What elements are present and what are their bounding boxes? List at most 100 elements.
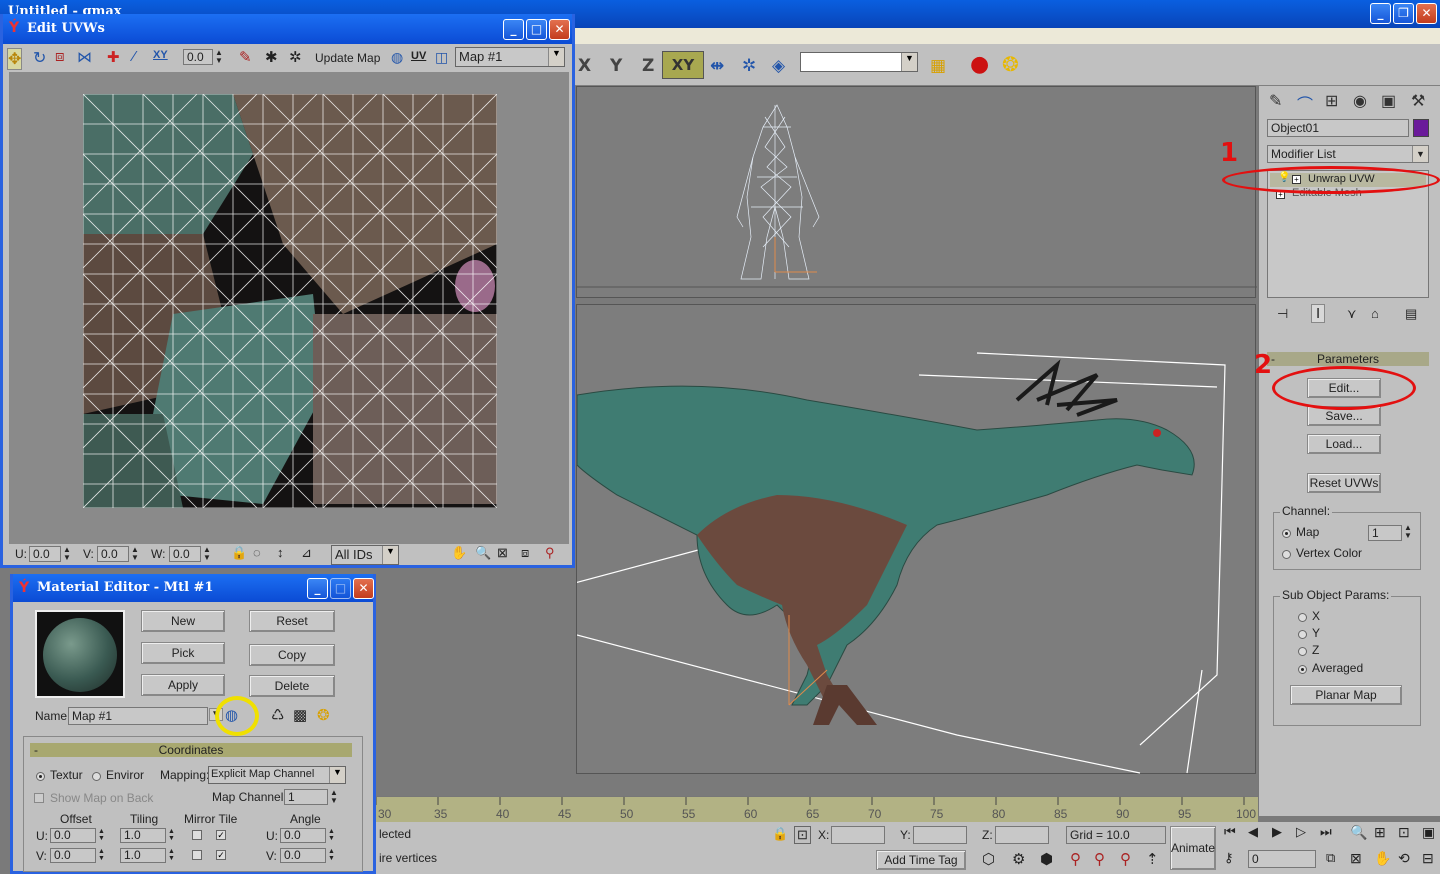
spinner-arrows-icon[interactable]: ▲ ▼ [131,546,139,562]
spinner-arrows-icon[interactable]: ▲ ▼ [203,546,211,562]
apply-button[interactable]: Apply [141,674,225,696]
vertex-color-radio[interactable] [1282,550,1291,559]
contract-selection-icon[interactable]: ⁄ [133,48,136,65]
spinner-arrows-icon[interactable]: ▲ ▼ [63,546,71,562]
viewport-perspective[interactable] [566,304,1256,774]
modifier-list-dropdown[interactable]: Modifier List ▼ [1267,145,1429,163]
planar-map-button[interactable]: Planar Map [1290,685,1402,705]
zoom-extents-icon[interactable]: ⧈ [521,545,529,561]
z-coord-field[interactable] [995,826,1049,844]
settings-icon[interactable]: ⚙ [1012,850,1025,868]
tiling-v-field[interactable]: 1.0 [120,848,166,863]
spinner-arrows-icon[interactable]: ▲ ▼ [328,828,335,842]
weld-icon[interactable]: ✱ [265,48,278,66]
environ-radio[interactable] [92,772,101,781]
arc-rotate-icon[interactable]: ⟲ [1398,850,1410,867]
ids-dropdown[interactable]: All IDs ▼ [331,545,399,565]
uvw-edit-area[interactable] [9,72,569,544]
hierarchy-tab-icon[interactable]: ⊞ [1325,91,1338,111]
hide-icon[interactable]: ◌ [253,545,261,560]
scale-icon[interactable]: ⧈ [55,48,65,65]
region-zoom-icon[interactable]: ⊠ [1350,850,1362,867]
offset-u-field[interactable]: 0.0 [50,828,96,843]
uvw-spinner-field[interactable]: 0.0 [183,49,213,65]
display-tab-icon[interactable]: ▣ [1381,91,1396,111]
tiling-u-field[interactable]: 1.0 [120,828,166,843]
material-type-icon[interactable]: ❂ [317,706,330,724]
pan-icon[interactable]: ✋ [451,545,467,561]
snap-icon[interactable]: ⚲ [1070,850,1081,868]
material-sample-slot[interactable] [35,610,125,698]
map-radio[interactable] [1282,529,1291,538]
time-config-icon[interactable]: ⧉ [1326,850,1335,866]
rotate-icon[interactable]: ↻ [33,48,46,68]
minimize-button[interactable]: _ [307,578,328,599]
spinner-arrows-icon[interactable]: ▲ ▼ [328,848,335,862]
target-weld-icon[interactable]: ✲ [289,48,302,66]
spinner-snap-icon[interactable]: ⇡ [1146,850,1159,868]
align-icon[interactable]: ◈ [772,56,785,76]
next-frame-icon[interactable]: ▷ [1296,824,1306,840]
new-button[interactable]: New [141,610,225,632]
angle-snap-icon[interactable]: ⚲ [1094,850,1105,868]
properties-icon[interactable]: ◫ [435,49,448,66]
edit-uvws-titlebar[interactable]: Ý Edit UVWs _ □ ✕ [3,14,572,44]
minimize-button[interactable]: _ [503,19,524,40]
filter-icon[interactable]: ⊿ [301,545,312,561]
go-to-end-icon[interactable]: ⏭ [1320,824,1332,840]
spinner-arrows-icon[interactable]: ▲ ▼ [168,848,175,862]
previous-frame-icon[interactable]: ◀ [1248,824,1258,840]
mirror-icon[interactable]: ⋈ [77,48,92,66]
reset-uvws-button[interactable]: Reset UVWs [1307,473,1381,493]
zoom-extents-all-icon[interactable]: ▣ [1422,824,1435,841]
spinner-arrows-icon[interactable]: ▲ ▼ [330,789,338,805]
lock-selection-icon[interactable]: 🔒 [772,826,788,842]
offset-v-field[interactable]: 0.0 [50,848,96,863]
box-icon[interactable]: ⬢ [1040,850,1053,868]
pin-stack-icon[interactable]: ⊣ [1277,306,1288,322]
restrict-x-button[interactable]: X [578,56,591,76]
timeline[interactable]: 30 35 40 45 50 55 60 65 70 75 80 85 90 9… [376,796,1258,822]
map-channel-spinner[interactable]: 1 [1368,525,1402,541]
material-name-field[interactable]: Map #1 [68,707,208,725]
maximize-button[interactable]: □ [526,19,547,40]
spinner-arrows-icon[interactable]: ▲ ▼ [168,828,175,842]
parameters-rollout-header[interactable]: - Parameters [1267,352,1429,366]
named-selection-dropdown[interactable]: ▼ [800,52,918,72]
object-name-field[interactable]: Object01 [1267,119,1409,137]
animate-button[interactable]: Animate [1170,826,1216,870]
material-editor-titlebar[interactable]: Ý Material Editor - Mtl #1 _ □ ✕ [13,574,374,602]
pan-icon[interactable]: ✋ [1374,850,1391,867]
spinner-arrows-icon[interactable]: ▲ ▼ [1404,524,1412,540]
load-button[interactable]: Load... [1307,434,1381,454]
uv-toggle[interactable]: UV [411,50,426,62]
close-button[interactable]: ✕ [1416,3,1437,24]
restrict-y-button[interactable]: Y [610,56,622,76]
tile-v-checkbox[interactable]: ✓ [216,850,226,860]
render-scene-icon[interactable]: ● [970,52,989,77]
v-field[interactable]: 0.0 [97,546,129,562]
key-mode-icon[interactable]: ⚷ [1224,850,1234,866]
angle-u-field[interactable]: 0.0 [280,828,326,843]
viewport-icon[interactable]: ⬡ [982,850,995,868]
angle-v-field[interactable]: 0.0 [280,848,326,863]
minimize-button[interactable]: _ [1370,3,1391,24]
copy-button[interactable]: Copy [249,644,335,666]
utilities-tab-icon[interactable]: ⚒ [1411,91,1425,111]
absolute-mode-icon[interactable]: ⊡ [794,826,811,844]
material-editor-icon[interactable]: ❂ [1002,52,1019,76]
coordinates-rollout-header[interactable]: - Coordinates [30,743,352,757]
add-time-tag-button[interactable]: Add Time Tag [876,850,966,870]
u-field[interactable]: 0.0 [29,546,61,562]
close-button[interactable]: ✕ [353,578,374,599]
mirror-icon[interactable]: ⇹ [710,56,724,76]
zoom-icon[interactable]: 🔍 [1350,824,1367,841]
make-unique-icon[interactable]: ⋎ [1347,306,1357,322]
reset-button[interactable]: Reset [249,610,335,632]
create-tab-icon[interactable]: ✎ [1269,91,1282,111]
configure-sets-icon[interactable]: ▤ [1405,306,1417,322]
update-map-label[interactable]: Update Map [315,51,380,65]
maximize-viewport-icon[interactable]: ⊟ [1422,850,1434,867]
xy-toggle[interactable]: XY [153,49,168,61]
texture-radio[interactable] [36,772,45,781]
